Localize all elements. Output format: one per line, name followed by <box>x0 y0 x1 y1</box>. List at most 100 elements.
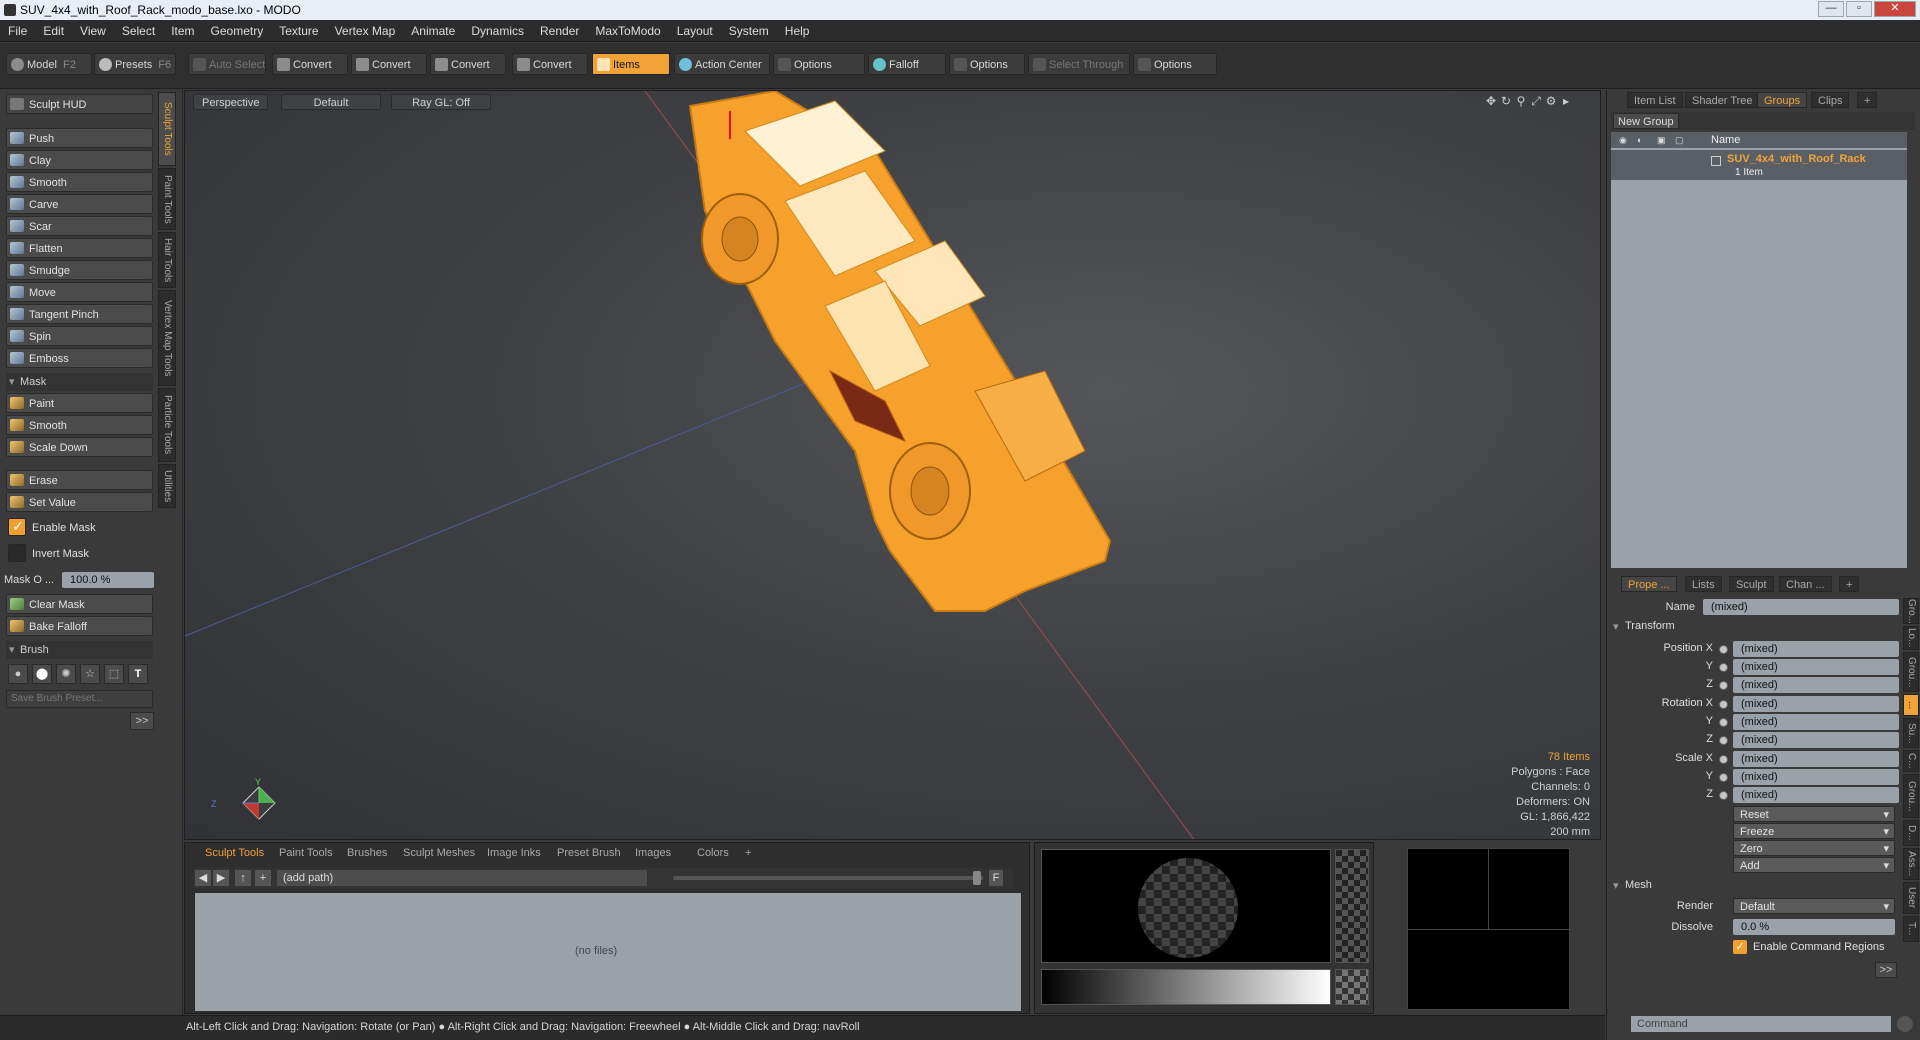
fit-view-icon[interactable]: ⤢ <box>1530 95 1542 107</box>
animate-dot[interactable] <box>1719 773 1728 782</box>
add-panel-tab[interactable]: + <box>1857 92 1878 108</box>
animate-dot[interactable] <box>1719 681 1728 690</box>
rotation-y-field[interactable]: (mixed) <box>1733 714 1899 730</box>
enable-mask-checkbox[interactable] <box>8 518 26 536</box>
menu-render[interactable]: Render <box>532 20 587 42</box>
menu-system[interactable]: System <box>721 20 777 42</box>
mask-opacity-field[interactable]: 100.0 % <box>62 572 154 588</box>
filter-button[interactable]: F <box>989 870 1003 886</box>
close-button[interactable]: ✕ <box>1874 1 1916 17</box>
reset-dropdown[interactable]: Reset <box>1733 806 1895 823</box>
menu-select[interactable]: Select <box>114 20 163 42</box>
clear-mask-button[interactable]: Clear Mask <box>6 594 153 614</box>
position-y-field[interactable]: (mixed) <box>1733 659 1899 675</box>
splatter-brush-icon[interactable]: ✺ <box>56 664 76 684</box>
slider-handle[interactable] <box>973 871 981 885</box>
shading-default-button[interactable]: Default <box>281 94 381 110</box>
transform-section[interactable]: Transform <box>1613 620 1675 633</box>
raygl-button[interactable]: Ray GL: Off <box>391 94 491 110</box>
eye-icon[interactable]: ◉ <box>1619 135 1627 146</box>
enable-command-regions-checkbox[interactable]: ✓ <box>1733 940 1747 954</box>
animate-dot[interactable] <box>1719 718 1728 727</box>
3d-viewport[interactable]: Perspective Default Ray GL: Off ✥ ↻ ⚲ ⤢ … <box>184 90 1601 840</box>
action-center-options-button[interactable]: Options <box>773 53 865 75</box>
minimize-button[interactable]: — <box>1818 1 1844 17</box>
position-x-field[interactable]: (mixed) <box>1733 641 1899 657</box>
convert-edges-button[interactable]: Convert <box>351 53 427 75</box>
smudge-tool[interactable]: Smudge <box>6 260 153 280</box>
invert-mask-checkbox[interactable] <box>8 544 26 562</box>
render-icon[interactable]: ◐ <box>1637 135 1642 145</box>
side-tab-3[interactable]: Grou... <box>1903 652 1919 692</box>
tab-image-inks[interactable]: Image Inks <box>481 846 547 860</box>
tab-groups[interactable]: Groups <box>1757 92 1808 108</box>
maximize-button[interactable]: ▫ <box>1846 1 1872 17</box>
scar-tool[interactable]: Scar <box>6 216 153 236</box>
animate-dot[interactable] <box>1719 645 1728 654</box>
star-brush-icon[interactable]: ☆ <box>80 664 100 684</box>
tab-preset-brush[interactable]: Preset Brush <box>551 846 627 860</box>
presets-button[interactable]: Presets F6 <box>94 53 176 75</box>
side-tab-5[interactable]: Su... <box>1903 718 1919 748</box>
zero-dropdown[interactable]: Zero <box>1733 840 1895 857</box>
falloff-button[interactable]: Falloff <box>868 53 946 75</box>
select-icon[interactable]: ▢ <box>1675 135 1684 146</box>
carve-tool[interactable]: Carve <box>6 194 153 214</box>
mesh-section[interactable]: Mesh <box>1613 879 1652 892</box>
select-through-button[interactable]: Select Through <box>1028 53 1130 75</box>
back-arrow-icon[interactable]: ◀ <box>195 870 211 886</box>
scale-y-field[interactable]: (mixed) <box>1733 769 1899 785</box>
select-options-button[interactable]: Options <box>1133 53 1217 75</box>
tab-brushes[interactable]: Brushes <box>341 846 393 860</box>
vtab-vertex-map-tools[interactable]: Vertex Map Tools <box>158 290 176 386</box>
model-button[interactable]: Model F2 <box>6 53 92 75</box>
tab-shader-tree[interactable]: Shader Tree <box>1685 92 1760 108</box>
scale-z-field[interactable]: (mixed) <box>1733 787 1899 803</box>
dissolve-field[interactable]: 0.0 % <box>1733 919 1895 935</box>
menu-file[interactable]: File <box>0 20 35 42</box>
smooth-tool[interactable]: Smooth <box>6 172 153 192</box>
mask-section-header[interactable]: Mask <box>6 373 153 391</box>
tab-sculpt-tools[interactable]: Sculpt Tools <box>199 846 270 860</box>
auto-select-button[interactable]: Auto Select <box>188 53 266 75</box>
tab-colors[interactable]: Colors <box>691 846 735 860</box>
render-dropdown[interactable]: Default <box>1733 898 1895 915</box>
freeze-dropdown[interactable]: Freeze <box>1733 823 1895 840</box>
animate-dot[interactable] <box>1719 755 1728 764</box>
side-tab-1[interactable]: Gro... <box>1903 598 1919 624</box>
hard-brush-icon[interactable]: ⬤ <box>32 664 52 684</box>
spin-tool[interactable]: Spin <box>6 326 153 346</box>
gradient-strip[interactable] <box>1041 969 1331 1005</box>
convert-vertices-button[interactable]: Convert <box>272 53 348 75</box>
items-button[interactable]: Items <box>592 53 670 75</box>
vtab-sculpt-tools[interactable]: Sculpt Tools <box>158 92 176 166</box>
menu-dynamics[interactable]: Dynamics <box>463 20 532 42</box>
name-field[interactable]: (mixed) <box>1703 599 1899 615</box>
tab-clips[interactable]: Clips <box>1811 92 1850 108</box>
menu-geometry[interactable]: Geometry <box>203 20 272 42</box>
menu-view[interactable]: View <box>72 20 114 42</box>
text-brush-icon[interactable]: T <box>128 664 148 684</box>
action-center-button[interactable]: Action Center <box>674 53 770 75</box>
move-view-icon[interactable]: ✥ <box>1485 95 1497 107</box>
new-group-button[interactable]: New Group <box>1613 113 1679 129</box>
side-tab-8[interactable]: D... <box>1903 820 1919 846</box>
tangent-pinch-tool[interactable]: Tangent Pinch <box>6 304 153 324</box>
side-tab-11[interactable]: T... <box>1903 916 1919 942</box>
mask-paint-tool[interactable]: Paint <box>6 393 153 413</box>
move-tool[interactable]: Move <box>6 282 153 302</box>
side-tab-6[interactable]: C... <box>1903 750 1919 772</box>
tab-sculpt-meshes[interactable]: Sculpt Meshes <box>397 846 481 860</box>
command-input[interactable]: Command <box>1631 1016 1891 1032</box>
mask-smooth-tool[interactable]: Smooth <box>6 415 153 435</box>
position-z-field[interactable]: (mixed) <box>1733 677 1899 693</box>
save-brush-preset-field[interactable]: Save Brush Preset... <box>6 690 153 708</box>
gear-icon[interactable]: ⚙ <box>1545 95 1557 107</box>
lock-icon[interactable]: ▣ <box>1657 135 1666 146</box>
group-row[interactable]: SUV_4x4_with_Roof_Rack 1 Item <box>1611 150 1907 180</box>
clay-tool[interactable]: Clay <box>6 150 153 170</box>
vtab-hair-tools[interactable]: Hair Tools <box>158 232 176 288</box>
side-tab-9[interactable]: Ass... <box>1903 848 1919 880</box>
custom-brush-icon[interactable]: ⬚ <box>104 664 124 684</box>
color-swatch[interactable] <box>1335 969 1369 1005</box>
